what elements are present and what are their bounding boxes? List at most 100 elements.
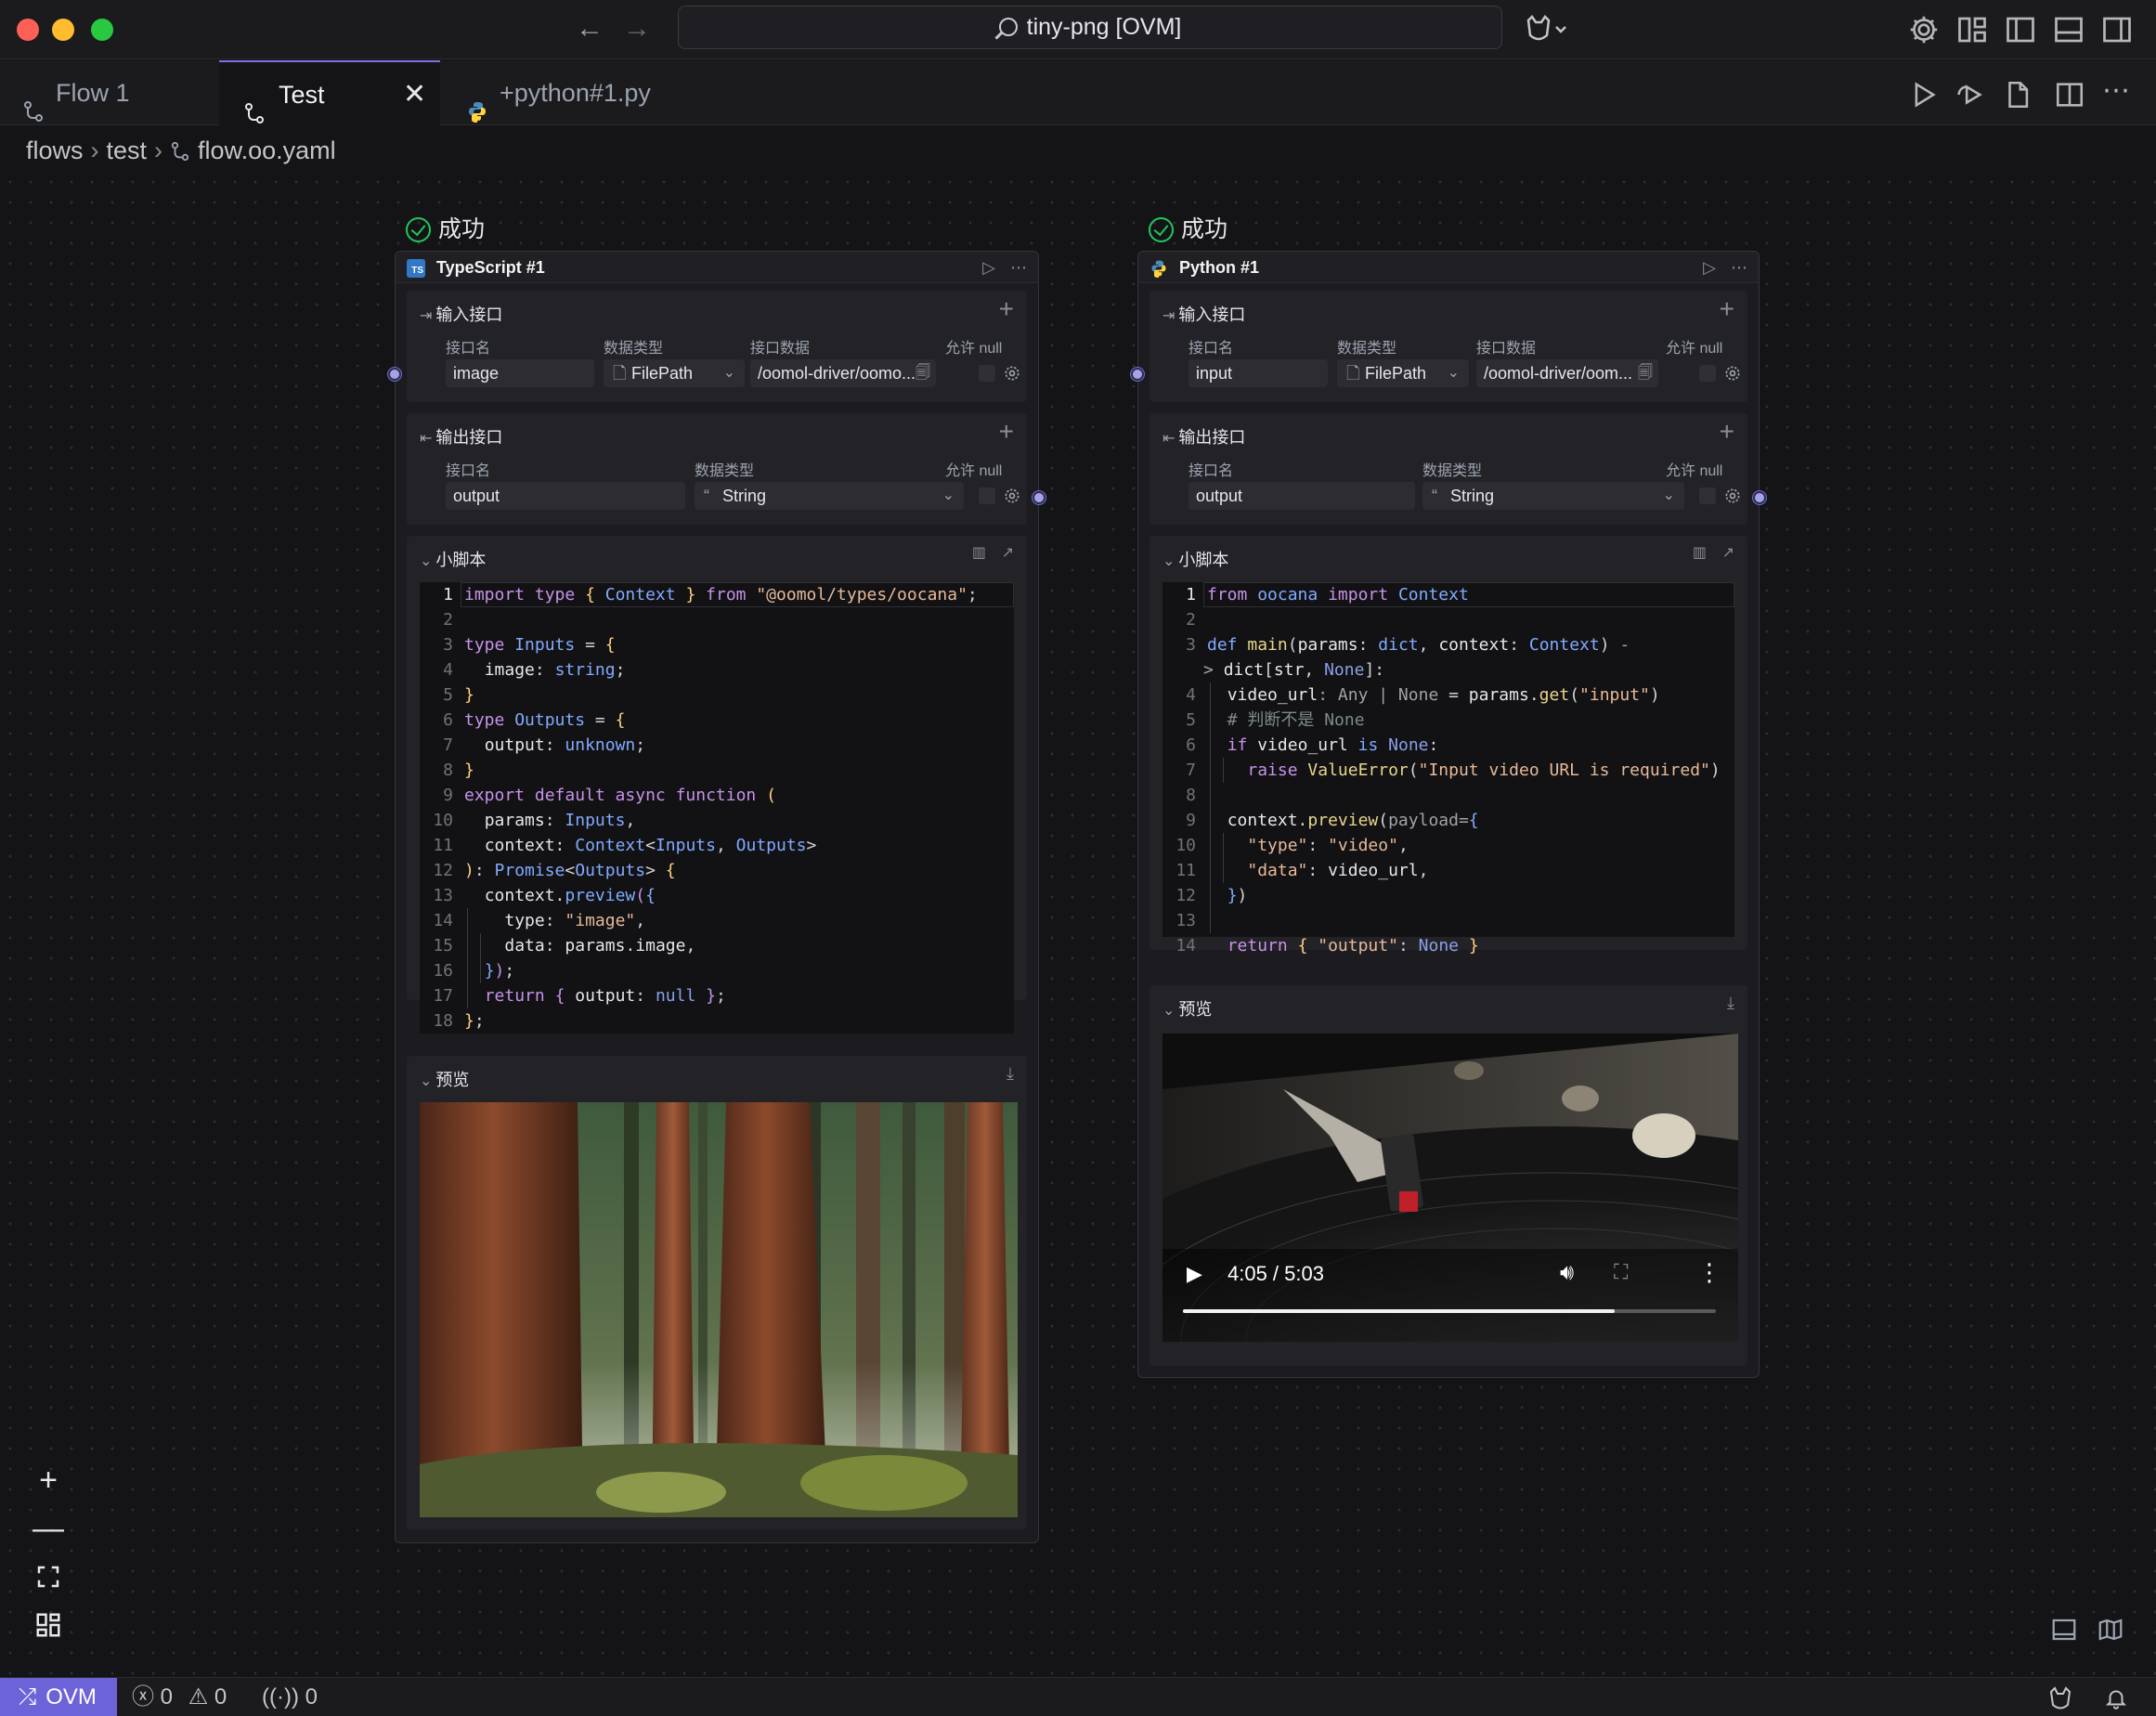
mascot-menu-icon[interactable] <box>1523 13 1573 46</box>
problems-indicator[interactable]: ⓧ 0 ⚠ 0 <box>132 1678 227 1716</box>
settings-gear-icon[interactable] <box>1907 13 1941 46</box>
handle-name-input[interactable]: image <box>446 359 594 387</box>
python-node[interactable]: Python #1 ▷ ⋯ ⇥ 输入接口 + 接口名 数据类型 接口数据 允许 n… <box>1137 251 1760 1378</box>
handle-name-input[interactable]: output <box>446 482 685 510</box>
data-type-select[interactable]: “ String ⌄ <box>695 482 964 510</box>
run-icon[interactable] <box>1907 79 1939 110</box>
allow-null-checkbox[interactable] <box>979 488 995 504</box>
split-editor-icon[interactable] <box>2054 79 2085 110</box>
node-header[interactable]: Python #1 ▷ ⋯ <box>1138 252 1759 283</box>
run-node-icon[interactable]: ▷ <box>982 252 995 283</box>
section-title[interactable]: ⇥ 输入接口 <box>1162 302 1245 326</box>
zoom-out-button[interactable]: — <box>24 1504 72 1553</box>
node-more-icon[interactable]: ⋯ <box>1731 252 1747 283</box>
panel-icon[interactable] <box>2050 1616 2078 1644</box>
breadcrumb-item[interactable]: flow.oo.yaml <box>198 136 336 164</box>
fit-view-button[interactable] <box>24 1553 72 1601</box>
tab-flow-1[interactable]: Flow 1 <box>0 60 219 125</box>
output-port[interactable] <box>1753 491 1766 504</box>
toggle-sidebar-icon[interactable] <box>2004 13 2037 46</box>
open-file-icon[interactable] <box>2002 79 2033 110</box>
tab-test[interactable]: Test ✕ <box>219 60 440 125</box>
node-more-icon[interactable]: ⋯ <box>1010 252 1027 283</box>
close-window-button[interactable] <box>17 19 39 41</box>
book-icon[interactable]: ▥ <box>1693 538 1707 569</box>
run-node-icon[interactable]: ▷ <box>1703 252 1716 283</box>
toggle-secondary-sidebar-icon[interactable] <box>2100 13 2134 46</box>
allow-null-checkbox[interactable] <box>979 365 995 382</box>
notifications-bell-icon[interactable] <box>2104 1678 2128 1716</box>
section-title[interactable]: ⇥ 输入接口 <box>420 302 502 326</box>
video-more-icon[interactable]: ⋮ <box>1697 1258 1721 1287</box>
open-external-icon[interactable]: ↗ <box>1002 538 1014 569</box>
minimize-window-button[interactable] <box>52 19 74 41</box>
toggle-panel-icon[interactable] <box>2052 13 2085 46</box>
handle-value-field[interactable]: /oomol-driver/oom... 🗐 <box>1476 359 1658 387</box>
handle-settings-icon[interactable] <box>1003 364 1021 383</box>
mascot-status-icon[interactable] <box>2046 1678 2074 1716</box>
data-type-select[interactable]: 🗋 FilePath ⌄ <box>1337 359 1469 387</box>
line-number: 11 <box>1175 861 1196 880</box>
maximize-window-button[interactable] <box>91 19 113 41</box>
download-icon[interactable]: ⤓ <box>1727 987 1734 1019</box>
run-from-here-icon[interactable] <box>1954 79 1985 110</box>
section-title[interactable]: ⌄ 小脚本 <box>1162 547 1228 571</box>
input-port[interactable] <box>388 368 401 381</box>
fullscreen-icon[interactable]: ⛶ <box>1614 1260 1628 1284</box>
book-icon[interactable]: ▥ <box>972 538 986 569</box>
video-progress-track[interactable] <box>1183 1309 1716 1313</box>
zoom-in-button[interactable]: + <box>24 1456 72 1504</box>
add-output-button[interactable]: + <box>999 417 1014 447</box>
typescript-node[interactable]: TS TypeScript #1 ▷ ⋯ ⇥ 输入接口 + 接口名 数据类型 接口… <box>395 251 1039 1543</box>
allow-null-checkbox[interactable] <box>1699 488 1716 504</box>
handle-settings-icon[interactable] <box>1003 487 1021 505</box>
handle-settings-icon[interactable] <box>1723 487 1742 505</box>
video-player[interactable]: ▶ 4:05 / 5:03 🔊︎ ⛶ ⋮ <box>1162 1034 1738 1342</box>
input-port[interactable] <box>1131 368 1144 381</box>
breadcrumb-item[interactable]: test <box>107 136 148 164</box>
more-actions-icon[interactable]: ⋯ <box>2100 77 2132 110</box>
open-external-icon[interactable]: ↗ <box>1722 538 1734 569</box>
file-picker-icon[interactable]: 🗐 <box>916 359 930 387</box>
code-line: image: string; <box>484 660 626 680</box>
minimap-icon[interactable] <box>2097 1616 2124 1644</box>
code-editor[interactable]: 1 2 3 4 5 6 7 8 9 10 11 12 13 14 from oo… <box>1162 582 1734 956</box>
auto-layout-button[interactable] <box>24 1601 72 1649</box>
section-title[interactable]: ⇤ 输出接口 <box>1162 424 1245 448</box>
node-header[interactable]: TS TypeScript #1 ▷ ⋯ <box>396 252 1038 283</box>
forward-arrow-icon[interactable]: → <box>618 11 656 48</box>
data-type-select[interactable]: 🗋 FilePath ⌄ <box>604 359 745 387</box>
handle-value-field[interactable]: /oomol-driver/oomo... 🗐 <box>750 359 936 387</box>
code-line: raise ValueError("Input video URL is req… <box>1247 760 1721 780</box>
check-circle-icon <box>1149 217 1174 242</box>
output-port[interactable] <box>1033 491 1046 504</box>
flow-canvas[interactable] <box>0 172 2156 1678</box>
add-output-button[interactable]: + <box>1720 417 1734 447</box>
tab-python-file[interactable]: +python#1.py <box>442 60 708 125</box>
handle-name-input[interactable]: input <box>1188 359 1328 387</box>
ovm-status-button[interactable]: ⤮ OVM <box>0 1678 117 1716</box>
ports-indicator[interactable]: ((·)) 0 <box>262 1678 318 1716</box>
volume-icon[interactable]: 🔊︎ <box>1560 1260 1574 1286</box>
play-icon[interactable]: ▶ <box>1187 1262 1202 1286</box>
line-number: 13 <box>1175 911 1196 930</box>
section-title[interactable]: ⌄ 小脚本 <box>420 547 486 571</box>
close-tab-icon[interactable]: ✕ <box>403 62 426 127</box>
add-input-button[interactable]: + <box>1720 294 1734 324</box>
section-title[interactable]: ⌄ 预览 <box>420 1067 469 1091</box>
file-picker-icon[interactable]: 🗐 <box>1638 359 1653 387</box>
handle-settings-icon[interactable] <box>1723 364 1742 383</box>
section-title[interactable]: ⌄ 预览 <box>1162 996 1212 1020</box>
layout-customize-icon[interactable] <box>1955 13 1989 46</box>
data-type-select[interactable]: “ String ⌄ <box>1422 482 1684 510</box>
section-title[interactable]: ⇤ 输出接口 <box>420 424 502 448</box>
string-icon: “ <box>1432 487 1437 505</box>
allow-null-checkbox[interactable] <box>1699 365 1716 382</box>
code-editor[interactable]: 1 2 3 4 5 6 7 8 9 10 11 12 13 14 15 16 1… <box>420 582 1014 1034</box>
add-input-button[interactable]: + <box>999 294 1014 324</box>
back-arrow-icon[interactable]: ← <box>571 11 608 48</box>
download-icon[interactable]: ⤓ <box>1007 1058 1014 1089</box>
handle-name-input[interactable]: output <box>1188 482 1415 510</box>
command-search-box[interactable]: tiny-png [OVM] <box>678 6 1502 49</box>
breadcrumb-item[interactable]: flows <box>26 136 84 164</box>
